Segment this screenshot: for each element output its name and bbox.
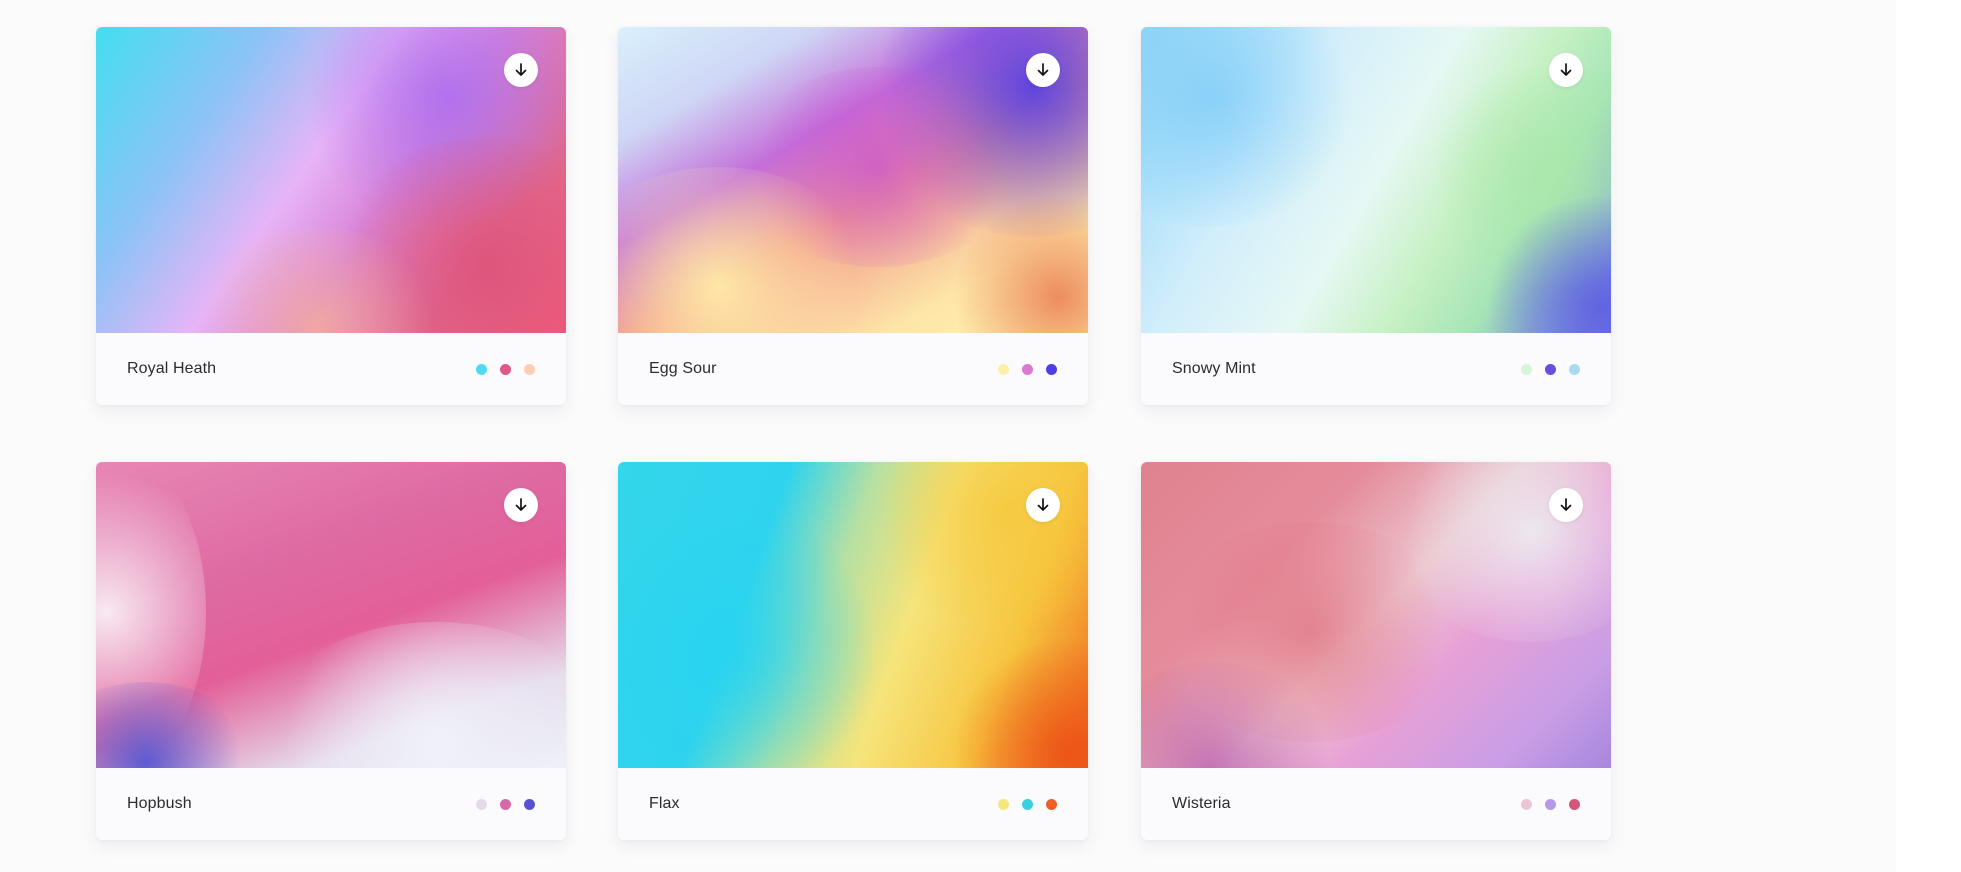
card-footer: Snowy Mint [1141, 333, 1611, 405]
color-swatch[interactable] [998, 799, 1009, 810]
color-swatches [1521, 799, 1580, 810]
color-swatch[interactable] [1569, 799, 1580, 810]
color-swatch[interactable] [524, 364, 535, 375]
gradient-card-snowy-mint[interactable]: Snowy Mint [1141, 27, 1611, 405]
gradient-name: Egg Sour [649, 360, 717, 377]
download-arrow-icon [1560, 63, 1572, 76]
card-footer: Royal Heath [96, 333, 566, 405]
download-arrow-icon [515, 498, 527, 511]
color-swatch[interactable] [1046, 364, 1057, 375]
color-swatch[interactable] [1545, 799, 1556, 810]
color-swatch[interactable] [1569, 364, 1580, 375]
gradient-card-royal-heath[interactable]: Royal Heath [96, 27, 566, 405]
scroll-gutter [1896, 0, 1961, 872]
color-swatches [476, 364, 535, 375]
card-footer: Flax [618, 768, 1088, 840]
color-swatch[interactable] [476, 799, 487, 810]
download-arrow-icon [1037, 498, 1049, 511]
card-footer: Egg Sour [618, 333, 1088, 405]
color-swatch[interactable] [500, 364, 511, 375]
card-footer: Hopbush [96, 768, 566, 840]
color-swatch[interactable] [1022, 364, 1033, 375]
gradient-preview[interactable] [96, 27, 566, 333]
color-swatch[interactable] [1521, 364, 1532, 375]
card-footer: Wisteria [1141, 768, 1611, 840]
page: Royal Heath Egg Sour Snowy Mint Hopbush … [0, 0, 1961, 872]
gradient-preview[interactable] [96, 462, 566, 768]
download-button[interactable] [1549, 53, 1583, 87]
gradient-name: Wisteria [1172, 795, 1231, 812]
gradient-name: Hopbush [127, 795, 192, 812]
download-button[interactable] [504, 488, 538, 522]
color-swatch[interactable] [1046, 799, 1057, 810]
gradient-card-hopbush[interactable]: Hopbush [96, 462, 566, 840]
gradient-preview[interactable] [618, 27, 1088, 333]
gradient-card-wisteria[interactable]: Wisteria [1141, 462, 1611, 840]
download-arrow-icon [1560, 498, 1572, 511]
color-swatch[interactable] [1521, 799, 1532, 810]
color-swatch[interactable] [524, 799, 535, 810]
color-swatches [998, 364, 1057, 375]
gradient-name: Snowy Mint [1172, 360, 1256, 377]
gradient-preview[interactable] [1141, 27, 1611, 333]
color-swatch[interactable] [476, 364, 487, 375]
color-swatches [998, 799, 1057, 810]
color-swatches [476, 799, 535, 810]
color-swatches [1521, 364, 1580, 375]
gradient-name: Royal Heath [127, 360, 217, 377]
download-button[interactable] [1026, 53, 1060, 87]
download-arrow-icon [1037, 63, 1049, 76]
gradient-preview[interactable] [618, 462, 1088, 768]
download-button[interactable] [1026, 488, 1060, 522]
color-swatch[interactable] [998, 364, 1009, 375]
color-swatch[interactable] [1022, 799, 1033, 810]
download-button[interactable] [504, 53, 538, 87]
color-swatch[interactable] [500, 799, 511, 810]
gradient-name: Flax [649, 795, 680, 812]
download-button[interactable] [1549, 488, 1583, 522]
gradient-preview[interactable] [1141, 462, 1611, 768]
gradient-card-egg-sour[interactable]: Egg Sour [618, 27, 1088, 405]
download-arrow-icon [515, 63, 527, 76]
gradient-card-flax[interactable]: Flax [618, 462, 1088, 840]
color-swatch[interactable] [1545, 364, 1556, 375]
